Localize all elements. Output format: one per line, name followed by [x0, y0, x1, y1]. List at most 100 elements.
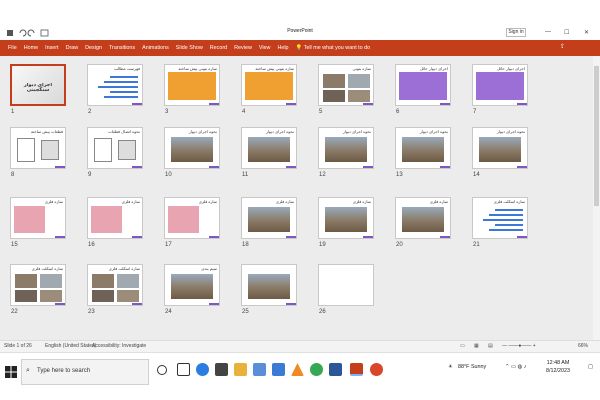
vertical-scrollbar[interactable] [593, 56, 600, 340]
zoom-slider[interactable]: — ——●—— + [502, 343, 536, 349]
slide-title: فهرست مطالب [113, 67, 140, 71]
slide-title: قطعات پیش ساخته [30, 130, 63, 134]
lightbulb-icon: 💡 [295, 45, 304, 51]
slide-thumbnail[interactable]: سازه فلزی [395, 197, 451, 239]
slide-footer-bar [88, 303, 142, 305]
slide-number: 2 [88, 109, 92, 115]
slide-footer-bar [473, 236, 527, 238]
scrollbar-thumb[interactable] [594, 66, 599, 206]
close-icon[interactable]: ✕ [584, 29, 589, 36]
minimize-icon[interactable]: — [545, 29, 551, 35]
notifications-icon[interactable]: ▢ [588, 364, 593, 370]
tab-insert[interactable]: Insert [45, 45, 58, 51]
slide-number: 5 [319, 109, 323, 115]
slide-title: سازه فلزی [198, 200, 217, 204]
task-view-icon[interactable] [177, 363, 190, 376]
slide-thumbnail[interactable]: اجرای دیوار سنگچینی [10, 64, 66, 106]
normal-view-icon[interactable]: ▭ [460, 343, 465, 349]
system-tray-icons[interactable]: ⌃ ▭ ◍ ♪ [505, 364, 527, 370]
slide-counter: Slide 1 of 26 [4, 343, 32, 349]
slide-thumbnail[interactable] [318, 264, 374, 306]
slide-footer-bar [396, 166, 450, 168]
slide-thumbnail[interactable]: سازه بتونی [318, 64, 374, 106]
tell-me-search[interactable]: 💡 Tell me what you want to do [296, 45, 371, 51]
vlc-icon[interactable] [291, 363, 304, 376]
slide-title: سیم بندی [201, 267, 217, 271]
tab-home[interactable]: Home [24, 45, 38, 51]
slide-thumbnail[interactable]: نحوه اتصال قطعات [87, 127, 143, 169]
slide-number: 21 [473, 242, 480, 248]
slide-number: 26 [319, 309, 326, 315]
word-icon[interactable] [329, 363, 342, 376]
store-icon[interactable] [215, 363, 228, 376]
slide-thumbnail[interactable]: سازه فلزی [241, 197, 297, 239]
photos-icon[interactable] [253, 363, 266, 376]
slide-footer-bar [242, 236, 296, 238]
language-status[interactable]: English (United States) [45, 343, 96, 349]
slide-number: 12 [319, 172, 326, 178]
windows-start-icon[interactable] [5, 366, 17, 378]
app-icon[interactable] [370, 363, 383, 376]
share-icon[interactable]: ⇪ [560, 43, 565, 50]
slide-thumbnail[interactable]: سازه بتونی پیش ساخته [241, 64, 297, 106]
slide-thumbnail[interactable]: نحوه اجرای دیوار [164, 127, 220, 169]
slide-title: سازه بتونی [352, 67, 371, 71]
slide-footer-bar [11, 166, 65, 168]
weather-icon[interactable]: ☀ [448, 364, 453, 370]
accessibility-status[interactable]: Accessibility: Investigate [92, 343, 146, 349]
slide-thumbnail[interactable]: سازه اسکلت فلزی [87, 264, 143, 306]
tab-help[interactable]: Help [277, 45, 288, 51]
zoom-level[interactable]: 66% [578, 343, 588, 349]
slide-footer-bar [319, 103, 373, 105]
powerpoint-taskbar-icon[interactable] [350, 363, 363, 376]
slide-thumbnail[interactable]: سازه فلزی [318, 197, 374, 239]
file-explorer-icon[interactable] [234, 363, 247, 376]
redo-icon [27, 29, 35, 37]
edge-icon[interactable] [196, 363, 209, 376]
slide-thumbnail[interactable]: سازه اسکلت فلزی [472, 197, 528, 239]
slide-thumbnail[interactable]: نحوه اجرای دیوار [241, 127, 297, 169]
slide-thumbnail[interactable]: سازه بتونی پیش ساخته [164, 64, 220, 106]
slide-title: اجرای دیوار سنگچینی [23, 83, 53, 92]
slide-number: 25 [242, 309, 249, 315]
present-icon [40, 29, 49, 37]
slide-number: 9 [88, 172, 92, 178]
slide-title: سازه فلزی [275, 200, 294, 204]
maximize-icon[interactable]: ☐ [564, 29, 569, 36]
slide-thumbnail[interactable]: اجرای دیوار حائل [395, 64, 451, 106]
slide-thumbnail[interactable]: سازه فلزی [164, 197, 220, 239]
slide-thumbnail[interactable]: قطعات پیش ساخته [10, 127, 66, 169]
mail-icon[interactable] [272, 363, 285, 376]
tab-draw[interactable]: Draw [66, 45, 79, 51]
slide-thumbnail[interactable]: سازه فلزی [10, 197, 66, 239]
tab-review[interactable]: Review [234, 45, 252, 51]
ribbon-tabs: File Home Insert Draw Design Transitions Anima… [0, 40, 600, 56]
taskbar-clock[interactable]: 12:48 AM 8/12/2023 [546, 359, 570, 375]
slide-thumbnail[interactable]: اجرای دیوار حائل [472, 64, 528, 106]
cortana-icon[interactable] [157, 365, 167, 375]
sorter-view-icon[interactable]: ▦ [474, 343, 479, 349]
tab-view[interactable]: View [259, 45, 271, 51]
slide-thumbnail[interactable]: سازه فلزی [87, 197, 143, 239]
tab-slide-show[interactable]: Slide Show [176, 45, 203, 51]
slide-thumbnail[interactable]: نحوه اجرای دیوار [472, 127, 528, 169]
slide-title: سازه فلزی [121, 200, 140, 204]
tab-file[interactable]: File [8, 45, 17, 51]
slide-thumbnail[interactable] [241, 264, 297, 306]
weather-status[interactable]: 88°F Sunny [458, 364, 486, 370]
tab-record[interactable]: Record [210, 45, 227, 51]
reading-view-icon[interactable]: ▤ [488, 343, 493, 349]
tab-animations[interactable]: Animations [142, 45, 169, 51]
slide-thumbnail[interactable]: سیم بندی [164, 264, 220, 306]
slide-thumbnail[interactable]: نحوه اجرای دیوار [395, 127, 451, 169]
taskbar-search-input[interactable]: ⌕ Type here to search [21, 359, 149, 385]
slide-thumbnail[interactable]: سازه اسکلت فلزی [10, 264, 66, 306]
slide-thumbnail[interactable]: نحوه اجرای دیوار [318, 127, 374, 169]
slide-title: سازه اسکلت فلزی [108, 267, 140, 271]
slide-number: 22 [11, 309, 18, 315]
tab-transitions[interactable]: Transitions [109, 45, 135, 51]
slide-thumbnail[interactable]: فهرست مطالب [87, 64, 143, 106]
chrome-icon[interactable] [310, 363, 323, 376]
sign-in-button[interactable]: Sign in [506, 28, 526, 37]
tab-design[interactable]: Design [85, 45, 102, 51]
